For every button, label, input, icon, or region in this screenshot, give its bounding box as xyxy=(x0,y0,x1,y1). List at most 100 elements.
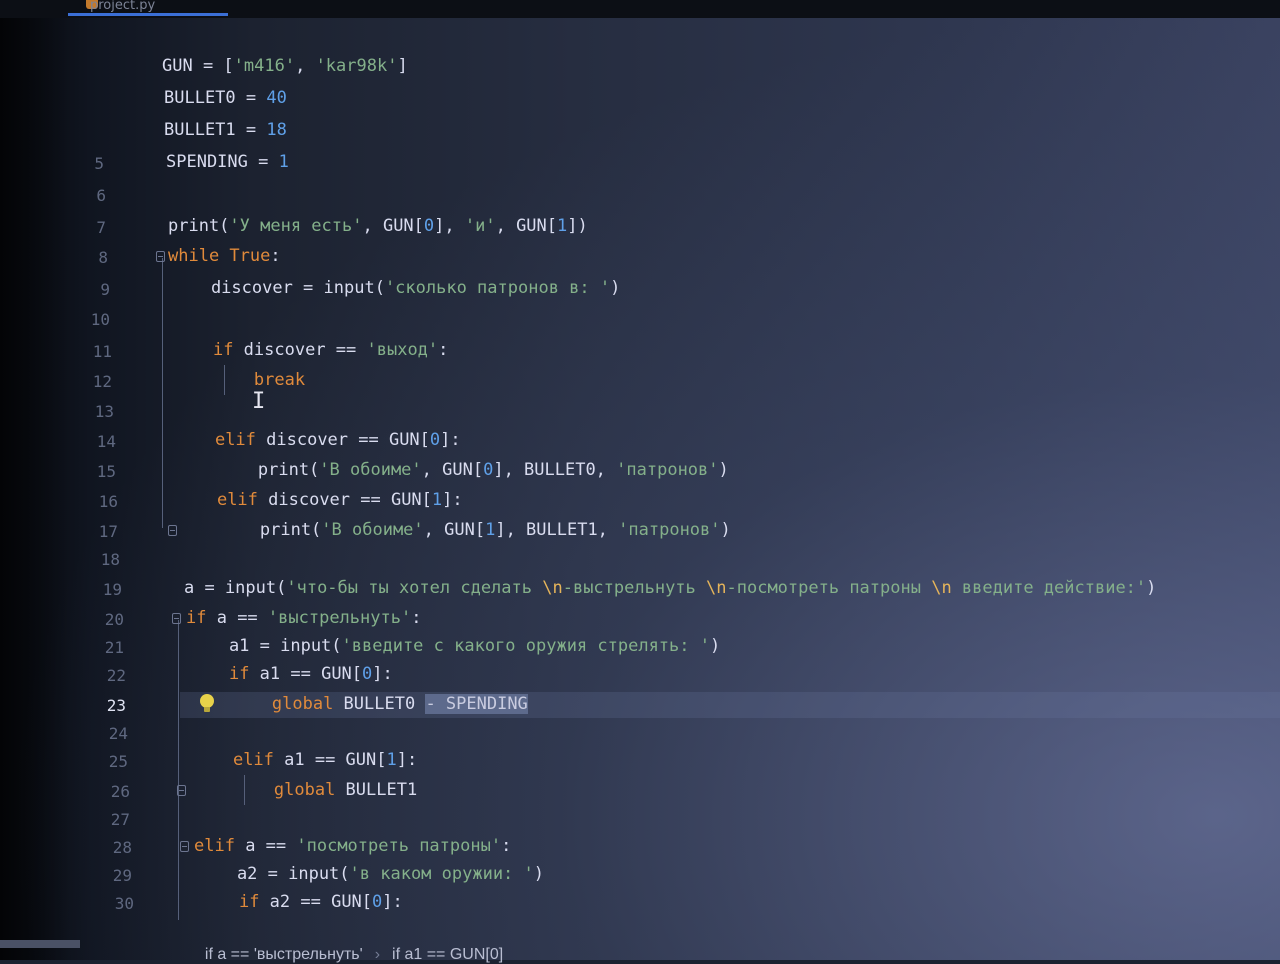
line-number: 9 xyxy=(100,280,110,299)
code-text: if a2 == GUN[0]: xyxy=(198,892,403,912)
string-token: 'm416' xyxy=(233,56,296,76)
code-line[interactable]: 26 global BULLET1 xyxy=(0,780,1280,808)
keyword-token: elif xyxy=(214,430,256,450)
code-token: print( xyxy=(178,520,322,540)
code-line[interactable]: 19 a = input('что-бы ты хотел сделать \n-… xyxy=(0,578,1280,606)
breadcrumb-item[interactable]: if a == 'выстрельнуть' xyxy=(205,946,363,963)
number-token: 1 xyxy=(431,490,443,510)
code-token: a2 == GUN[ xyxy=(259,892,373,912)
code-line[interactable]: 7 print('У меня есть', GUN[0], 'и', GUN[1… xyxy=(0,216,1280,244)
code-text: break xyxy=(172,370,305,390)
code-line[interactable]: 30 if a2 == GUN[0]: xyxy=(0,892,1280,920)
keyword-token: if xyxy=(228,664,250,684)
code-token: BULLET0 = xyxy=(164,88,267,108)
code-line[interactable]: 22 if a1 == GUN[0]: xyxy=(0,664,1280,692)
keyword-token: elif xyxy=(194,836,235,856)
line-number: 23 xyxy=(106,696,126,715)
fold-marker-icon[interactable] xyxy=(156,251,165,262)
code-line[interactable]: 18 xyxy=(0,548,1280,576)
code-token: ) xyxy=(720,520,731,540)
line-number: 25 xyxy=(108,752,128,771)
code-line[interactable]: 10 xyxy=(0,308,1280,336)
code-line[interactable]: 11 if discover == 'выход': xyxy=(0,340,1280,368)
line-number: 29 xyxy=(112,866,132,885)
code-token: , GUN[ xyxy=(423,520,486,540)
code-text: if a1 == GUN[0]: xyxy=(188,664,393,684)
code-line[interactable]: 29 a2 = input('в каком оружии: ') xyxy=(0,864,1280,892)
number-token: 40 xyxy=(266,88,287,108)
keyword-token: break xyxy=(253,370,306,390)
line-number: 28 xyxy=(112,838,132,857)
code-line[interactable]: 17 print('В обоиме', GUN[1], BULLET1, 'п… xyxy=(0,520,1280,548)
fold-marker-icon[interactable] xyxy=(172,613,181,624)
code-line[interactable]: 28 elif a == 'посмотреть патроны': xyxy=(0,836,1280,864)
code-line[interactable]: 6 xyxy=(0,184,1280,212)
code-line[interactable]: 27 xyxy=(0,808,1280,836)
code-token: ]: xyxy=(372,664,393,684)
fold-marker-icon[interactable] xyxy=(177,785,186,796)
string-token: введите действие:' xyxy=(951,578,1147,598)
code-text: a2 = input('в каком оружии: ') xyxy=(196,864,544,884)
code-token: BULLET1 = xyxy=(164,120,267,140)
code-line[interactable]: 24 xyxy=(0,722,1280,750)
code-line[interactable]: BULLET1 = 18 xyxy=(0,120,1280,148)
code-token: a1 == GUN[ xyxy=(273,750,387,770)
line-number: 24 xyxy=(108,724,128,743)
number-token: 18 xyxy=(266,120,287,140)
code-token: : xyxy=(438,340,449,360)
line-number: 7 xyxy=(96,218,106,237)
code-line[interactable]: GUN = ['m416', 'kar98k'] xyxy=(0,56,1280,84)
string-token: 'и' xyxy=(464,216,496,236)
tab-project-py[interactable]: project.py xyxy=(68,0,228,16)
code-line[interactable]: 13 xyxy=(0,400,1280,428)
fold-marker-icon[interactable] xyxy=(168,525,177,536)
keyword-token: if xyxy=(212,340,234,360)
line-number: 17 xyxy=(98,522,118,541)
code-token: : xyxy=(270,246,281,266)
line-number: 22 xyxy=(106,666,126,685)
code-text: while True: xyxy=(168,246,281,266)
code-text: GUN = ['m416', 'kar98k'] xyxy=(162,56,408,76)
breadcrumb-item[interactable]: if a1 == GUN[0] xyxy=(392,946,503,963)
keyword-token: global xyxy=(273,780,336,800)
code-text: a1 = input('введите с какого оружия стре… xyxy=(188,636,720,656)
fold-marker-icon[interactable] xyxy=(180,841,189,852)
code-token: ]) xyxy=(567,216,588,236)
code-line[interactable]: 8 while True: xyxy=(0,246,1280,274)
code-token: ], xyxy=(434,216,465,236)
code-line[interactable]: 14 elif discover == GUN[0]: xyxy=(0,430,1280,458)
lightbulb-icon[interactable] xyxy=(200,694,214,712)
string-token: 'введите с какого оружия стрелять: ' xyxy=(341,636,710,656)
text-cursor-icon: I xyxy=(252,389,266,414)
line-number: 8 xyxy=(98,248,108,267)
code-text: print('У меня есть', GUN[0], 'и', GUN[1]… xyxy=(168,216,588,236)
horizontal-scrollbar[interactable] xyxy=(0,940,80,948)
code-line[interactable]: BULLET0 = 40 xyxy=(0,88,1280,116)
string-token: 'В обоиме' xyxy=(319,460,422,480)
code-line[interactable]: 20 if a == 'выстрельнуть': xyxy=(0,608,1280,636)
code-token: ) xyxy=(710,636,721,656)
code-line[interactable]: 16 elif discover == GUN[1]: xyxy=(0,490,1280,518)
code-line[interactable]: 9 discover = input('сколько патронов в: … xyxy=(0,278,1280,306)
code-token: a1 == GUN[ xyxy=(249,664,363,684)
code-line[interactable]: 23 global BULLET0 - SPENDING xyxy=(0,694,1280,722)
line-number: 18 xyxy=(100,550,120,569)
code-token: ) xyxy=(610,278,621,298)
line-number: 14 xyxy=(96,432,116,451)
code-line[interactable]: 21 a1 = input('введите с какого оружия с… xyxy=(0,636,1280,664)
code-line[interactable]: 15 print('В обоиме', GUN[0], BULLET0, 'п… xyxy=(0,460,1280,488)
string-token: 'в каком оружии: ' xyxy=(349,864,534,884)
code-line[interactable]: 5 SPENDING = 1 xyxy=(0,152,1280,180)
number-token: 1 xyxy=(386,750,397,770)
line-number: 27 xyxy=(110,810,130,829)
line-number: 5 xyxy=(94,154,104,173)
code-text: BULLET1 = 18 xyxy=(164,120,287,140)
code-line[interactable]: 25 elif a1 == GUN[1]: xyxy=(0,750,1280,778)
code-token: ]: xyxy=(442,490,463,510)
code-token: , GUN[ xyxy=(362,216,424,236)
code-text: discover = input('сколько патронов в: ') xyxy=(170,278,620,298)
code-token: , GUN[ xyxy=(495,216,558,236)
code-line[interactable]: 12 break xyxy=(0,370,1280,398)
code-token: print( xyxy=(168,216,230,236)
